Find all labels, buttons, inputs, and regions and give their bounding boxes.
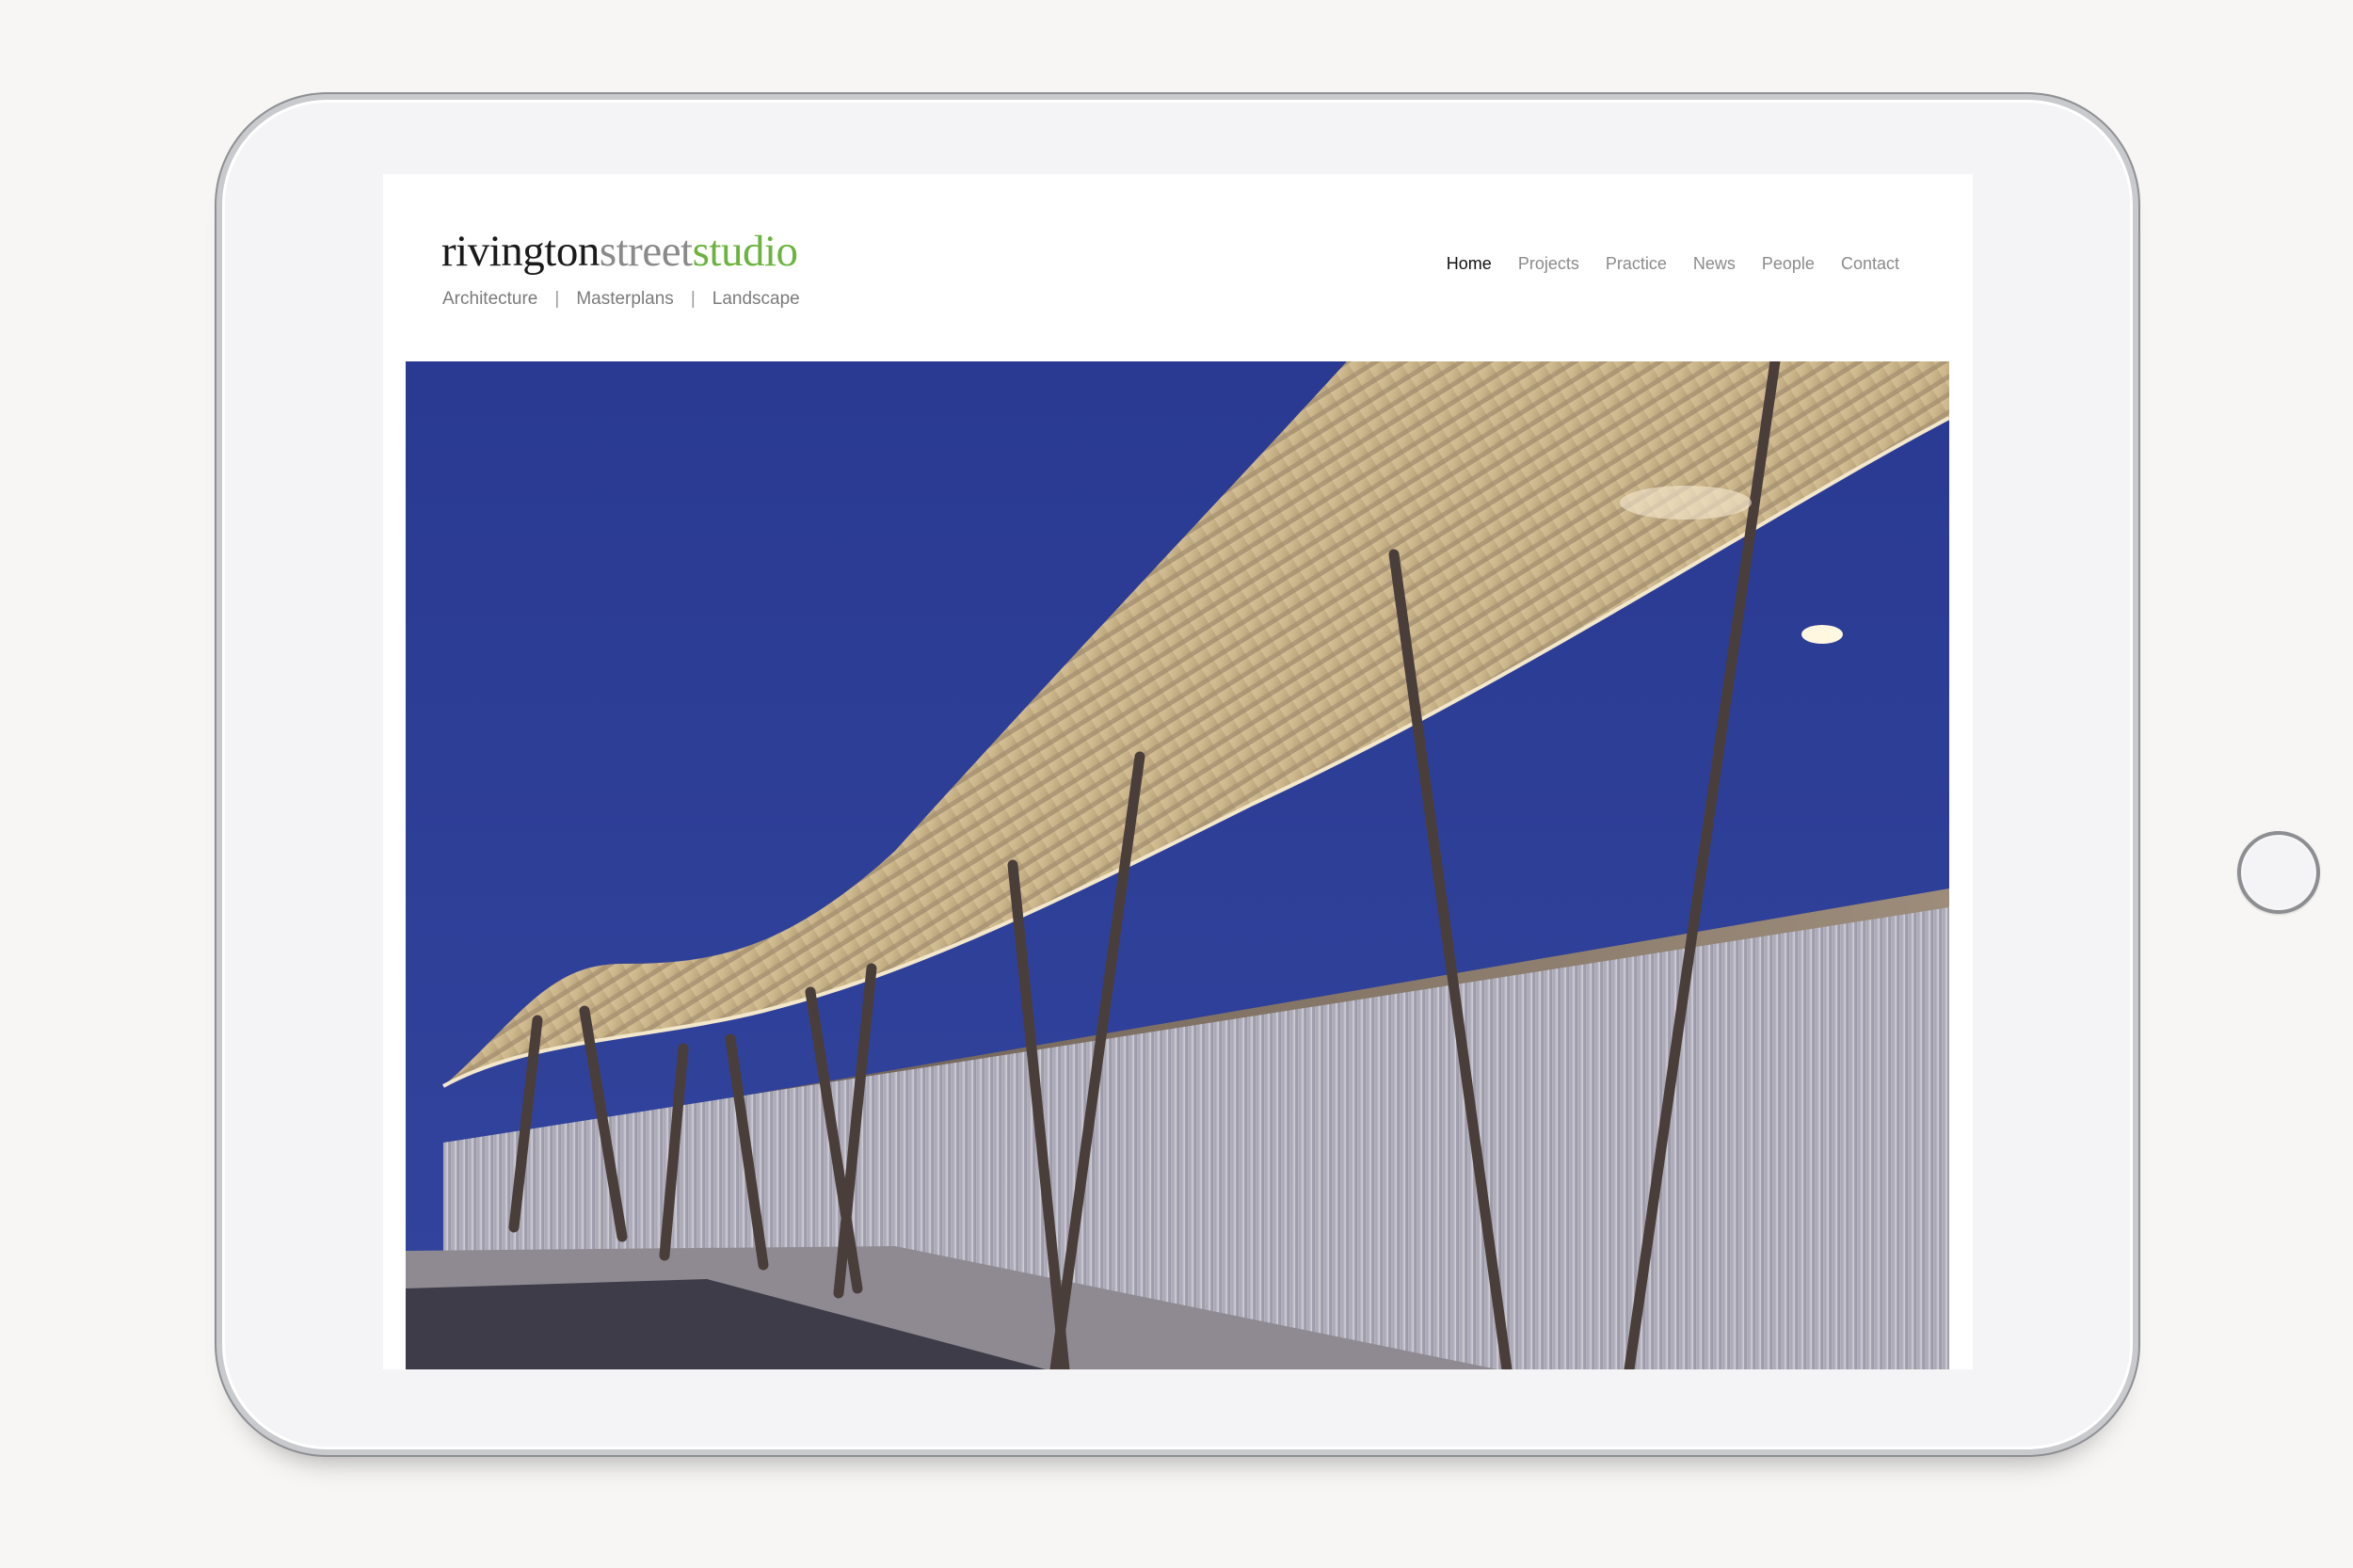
building-photo [406, 361, 1949, 1369]
nav-item-home[interactable]: Home [1447, 254, 1492, 274]
logo-word-rivington: rivington [441, 227, 600, 276]
tagline: Architecture | Masterplans | Landscape [442, 289, 800, 310]
site-logo[interactable]: rivingtonstreetstudio [441, 226, 798, 277]
logo-word-street: street [599, 227, 693, 276]
main-nav: Home Projects Practice News People Conta… [1420, 254, 1899, 274]
logo-word-studio: studio [692, 227, 798, 276]
tagline-architecture: Architecture [442, 289, 538, 309]
website-screen: rivingtonstreetstudio Architecture | Mas… [383, 174, 1973, 1369]
tagline-separator: | [554, 289, 560, 309]
nav-item-news[interactable]: News [1693, 254, 1736, 274]
home-button-icon[interactable] [2237, 831, 2320, 914]
tagline-masterplans: Masterplans [576, 289, 674, 309]
nav-item-contact[interactable]: Contact [1841, 254, 1899, 274]
tagline-landscape: Landscape [712, 289, 800, 309]
nav-item-people[interactable]: People [1762, 254, 1815, 274]
tagline-separator: | [690, 289, 696, 309]
hero-image [406, 361, 1949, 1369]
nav-item-practice[interactable]: Practice [1606, 254, 1667, 274]
nav-item-projects[interactable]: Projects [1518, 254, 1579, 274]
